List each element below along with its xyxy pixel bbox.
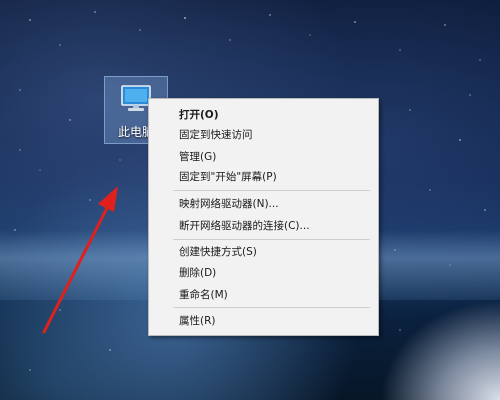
context-menu: 打开(O) 固定到快速访问 管理(G) 固定到"开始"屏幕(P) 映射网络驱动器…: [148, 98, 379, 336]
menu-item-manage[interactable]: 管理(G): [149, 147, 378, 167]
menu-item-pin-start[interactable]: 固定到"开始"屏幕(P): [149, 167, 378, 187]
menu-separator: [173, 239, 370, 240]
menu-item-properties[interactable]: 属性(R): [149, 311, 378, 331]
menu-item-delete[interactable]: 删除(D): [149, 263, 378, 283]
menu-item-map-network-drive[interactable]: 映射网络驱动器(N)...: [149, 194, 378, 214]
light-glare: [380, 300, 500, 400]
menu-item-disconnect-network-drive[interactable]: 断开网络驱动器的连接(C)...: [149, 216, 378, 236]
menu-item-pin-quick-access[interactable]: 固定到快速访问: [149, 125, 378, 145]
menu-item-rename[interactable]: 重命名(M): [149, 285, 378, 305]
menu-separator: [173, 307, 370, 308]
menu-item-create-shortcut[interactable]: 创建快捷方式(S): [149, 242, 378, 262]
menu-separator: [173, 190, 370, 191]
menu-item-open[interactable]: 打开(O): [149, 105, 378, 125]
